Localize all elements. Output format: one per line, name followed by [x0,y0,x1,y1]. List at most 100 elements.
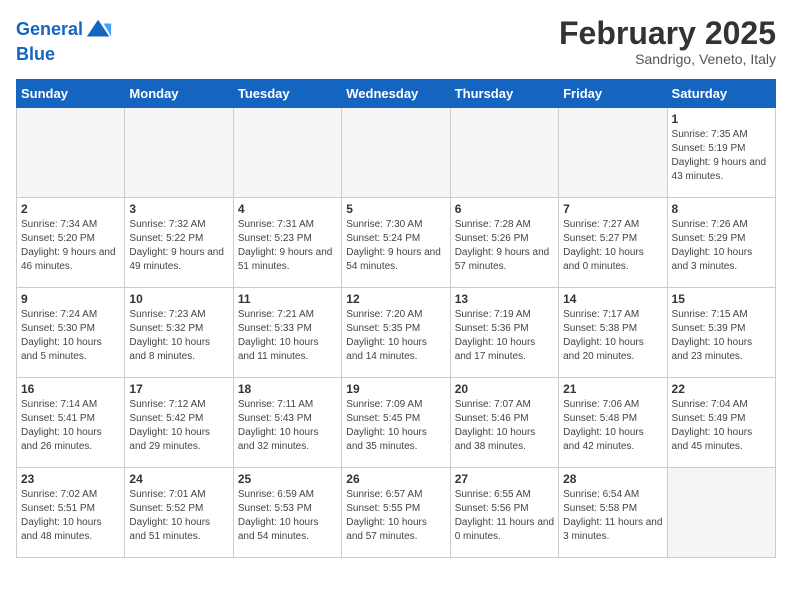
day-info: Sunrise: 7:09 AM Sunset: 5:45 PM Dayligh… [346,398,445,454]
day-info: Sunrise: 7:23 AM Sunset: 5:32 PM Dayligh… [129,308,228,364]
calendar-cell [342,108,450,198]
calendar-cell: 12Sunrise: 7:20 AM Sunset: 5:35 PM Dayli… [342,288,450,378]
day-info: Sunrise: 7:12 AM Sunset: 5:42 PM Dayligh… [129,398,228,454]
page-header: General Blue February 2025 Sandrigo, Ven… [16,16,776,67]
day-info: Sunrise: 7:14 AM Sunset: 5:41 PM Dayligh… [21,398,120,454]
logo-blue-text: Blue [16,44,113,66]
day-info: Sunrise: 7:20 AM Sunset: 5:35 PM Dayligh… [346,308,445,364]
day-info: Sunrise: 6:55 AM Sunset: 5:56 PM Dayligh… [455,488,554,544]
calendar-cell: 27 Sunrise: 6:55 AM Sunset: 5:56 PM Dayli… [450,468,558,558]
calendar-cell: 23 Sunrise: 7:02 AM Sunset: 5:51 PM Dayli… [17,468,125,558]
day-info: Sunrise: 6:59 AM Sunset: 5:53 PM Dayligh… [238,488,337,544]
logo-text: General [16,19,83,41]
calendar-cell: 19 Sunrise: 7:09 AM Sunset: 5:45 PM Dayli… [342,378,450,468]
day-number: 4 [238,202,337,216]
calendar-header-row: SundayMondayTuesdayWednesdayThursdayFrid… [17,80,776,108]
calendar-week-row: 9Sunrise: 7:24 AM Sunset: 5:30 PM Daylig… [17,288,776,378]
calendar-cell: 15 Sunrise: 7:15 AM Sunset: 5:39 PM Dayli… [667,288,775,378]
day-number: 27 [455,472,554,486]
calendar-cell: 10 Sunrise: 7:23 AM Sunset: 5:32 PM Dayli… [125,288,233,378]
calendar-cell [667,468,775,558]
calendar-week-row: 23 Sunrise: 7:02 AM Sunset: 5:51 PM Dayli… [17,468,776,558]
day-number: 22 [672,382,771,396]
title-block: February 2025 Sandrigo, Veneto, Italy [559,16,776,67]
day-info: Sunrise: 7:27 AM Sunset: 5:27 PM Dayligh… [563,218,662,274]
calendar-cell: 17 Sunrise: 7:12 AM Sunset: 5:42 PM Dayli… [125,378,233,468]
day-number: 14 [563,292,662,306]
day-number: 2 [21,202,120,216]
weekday-header-friday: Friday [559,80,667,108]
day-info: Sunrise: 7:01 AM Sunset: 5:52 PM Dayligh… [129,488,228,544]
calendar-week-row: 1 Sunrise: 7:35 AM Sunset: 5:19 PM Daylig… [17,108,776,198]
weekday-header-saturday: Saturday [667,80,775,108]
day-number: 13 [455,292,554,306]
calendar-cell: 24Sunrise: 7:01 AM Sunset: 5:52 PM Dayli… [125,468,233,558]
day-info: Sunrise: 6:57 AM Sunset: 5:55 PM Dayligh… [346,488,445,544]
month-title: February 2025 [559,16,776,51]
calendar-cell: 2 Sunrise: 7:34 AM Sunset: 5:20 PM Daylig… [17,198,125,288]
day-info: Sunrise: 7:17 AM Sunset: 5:38 PM Dayligh… [563,308,662,364]
day-info: Sunrise: 7:24 AM Sunset: 5:30 PM Dayligh… [21,308,120,364]
day-number: 8 [672,202,771,216]
day-number: 16 [21,382,120,396]
calendar-cell: 14 Sunrise: 7:17 AM Sunset: 5:38 PM Dayli… [559,288,667,378]
calendar-cell: 26 Sunrise: 6:57 AM Sunset: 5:55 PM Dayli… [342,468,450,558]
day-info: Sunrise: 7:15 AM Sunset: 5:39 PM Dayligh… [672,308,771,364]
weekday-header-monday: Monday [125,80,233,108]
calendar-cell [450,108,558,198]
calendar-week-row: 2 Sunrise: 7:34 AM Sunset: 5:20 PM Daylig… [17,198,776,288]
day-number: 23 [21,472,120,486]
day-number: 28 [563,472,662,486]
day-number: 7 [563,202,662,216]
calendar-cell: 16 Sunrise: 7:14 AM Sunset: 5:41 PM Dayli… [17,378,125,468]
calendar-cell: 18Sunrise: 7:11 AM Sunset: 5:43 PM Dayli… [233,378,341,468]
day-info: Sunrise: 7:32 AM Sunset: 5:22 PM Dayligh… [129,218,228,274]
calendar-cell: 11Sunrise: 7:21 AM Sunset: 5:33 PM Dayli… [233,288,341,378]
logo: General Blue [16,16,113,66]
day-info: Sunrise: 7:26 AM Sunset: 5:29 PM Dayligh… [672,218,771,274]
calendar-cell [125,108,233,198]
calendar-cell: 5 Sunrise: 7:30 AM Sunset: 5:24 PM Daylig… [342,198,450,288]
day-number: 15 [672,292,771,306]
day-info: Sunrise: 7:35 AM Sunset: 5:19 PM Dayligh… [672,128,771,184]
day-number: 20 [455,382,554,396]
calendar-table: SundayMondayTuesdayWednesdayThursdayFrid… [16,79,776,558]
location: Sandrigo, Veneto, Italy [559,51,776,67]
day-info: Sunrise: 7:31 AM Sunset: 5:23 PM Dayligh… [238,218,337,274]
calendar-cell: 20 Sunrise: 7:07 AM Sunset: 5:46 PM Dayli… [450,378,558,468]
calendar-cell: 13 Sunrise: 7:19 AM Sunset: 5:36 PM Dayli… [450,288,558,378]
calendar-cell: 3Sunrise: 7:32 AM Sunset: 5:22 PM Daylig… [125,198,233,288]
day-number: 26 [346,472,445,486]
calendar-cell: 22 Sunrise: 7:04 AM Sunset: 5:49 PM Dayli… [667,378,775,468]
day-info: Sunrise: 7:02 AM Sunset: 5:51 PM Dayligh… [21,488,120,544]
day-number: 17 [129,382,228,396]
weekday-header-sunday: Sunday [17,80,125,108]
day-info: Sunrise: 7:07 AM Sunset: 5:46 PM Dayligh… [455,398,554,454]
calendar-cell [233,108,341,198]
day-info: Sunrise: 7:11 AM Sunset: 5:43 PM Dayligh… [238,398,337,454]
day-info: Sunrise: 7:30 AM Sunset: 5:24 PM Dayligh… [346,218,445,274]
calendar-cell: 8 Sunrise: 7:26 AM Sunset: 5:29 PM Daylig… [667,198,775,288]
weekday-header-tuesday: Tuesday [233,80,341,108]
day-number: 1 [672,112,771,126]
day-info: Sunrise: 6:54 AM Sunset: 5:58 PM Dayligh… [563,488,662,544]
day-number: 19 [346,382,445,396]
calendar-cell: 1 Sunrise: 7:35 AM Sunset: 5:19 PM Daylig… [667,108,775,198]
calendar-cell [17,108,125,198]
day-number: 10 [129,292,228,306]
day-info: Sunrise: 7:19 AM Sunset: 5:36 PM Dayligh… [455,308,554,364]
calendar-week-row: 16 Sunrise: 7:14 AM Sunset: 5:41 PM Dayli… [17,378,776,468]
calendar-cell: 7 Sunrise: 7:27 AM Sunset: 5:27 PM Daylig… [559,198,667,288]
day-number: 5 [346,202,445,216]
day-number: 21 [563,382,662,396]
day-info: Sunrise: 7:04 AM Sunset: 5:49 PM Dayligh… [672,398,771,454]
logo-icon [85,16,113,44]
calendar-cell [559,108,667,198]
day-info: Sunrise: 7:34 AM Sunset: 5:20 PM Dayligh… [21,218,120,274]
day-info: Sunrise: 7:28 AM Sunset: 5:26 PM Dayligh… [455,218,554,274]
day-number: 25 [238,472,337,486]
weekday-header-thursday: Thursday [450,80,558,108]
day-info: Sunrise: 7:06 AM Sunset: 5:48 PM Dayligh… [563,398,662,454]
calendar-cell: 28 Sunrise: 6:54 AM Sunset: 5:58 PM Dayli… [559,468,667,558]
calendar-cell: 4 Sunrise: 7:31 AM Sunset: 5:23 PM Daylig… [233,198,341,288]
